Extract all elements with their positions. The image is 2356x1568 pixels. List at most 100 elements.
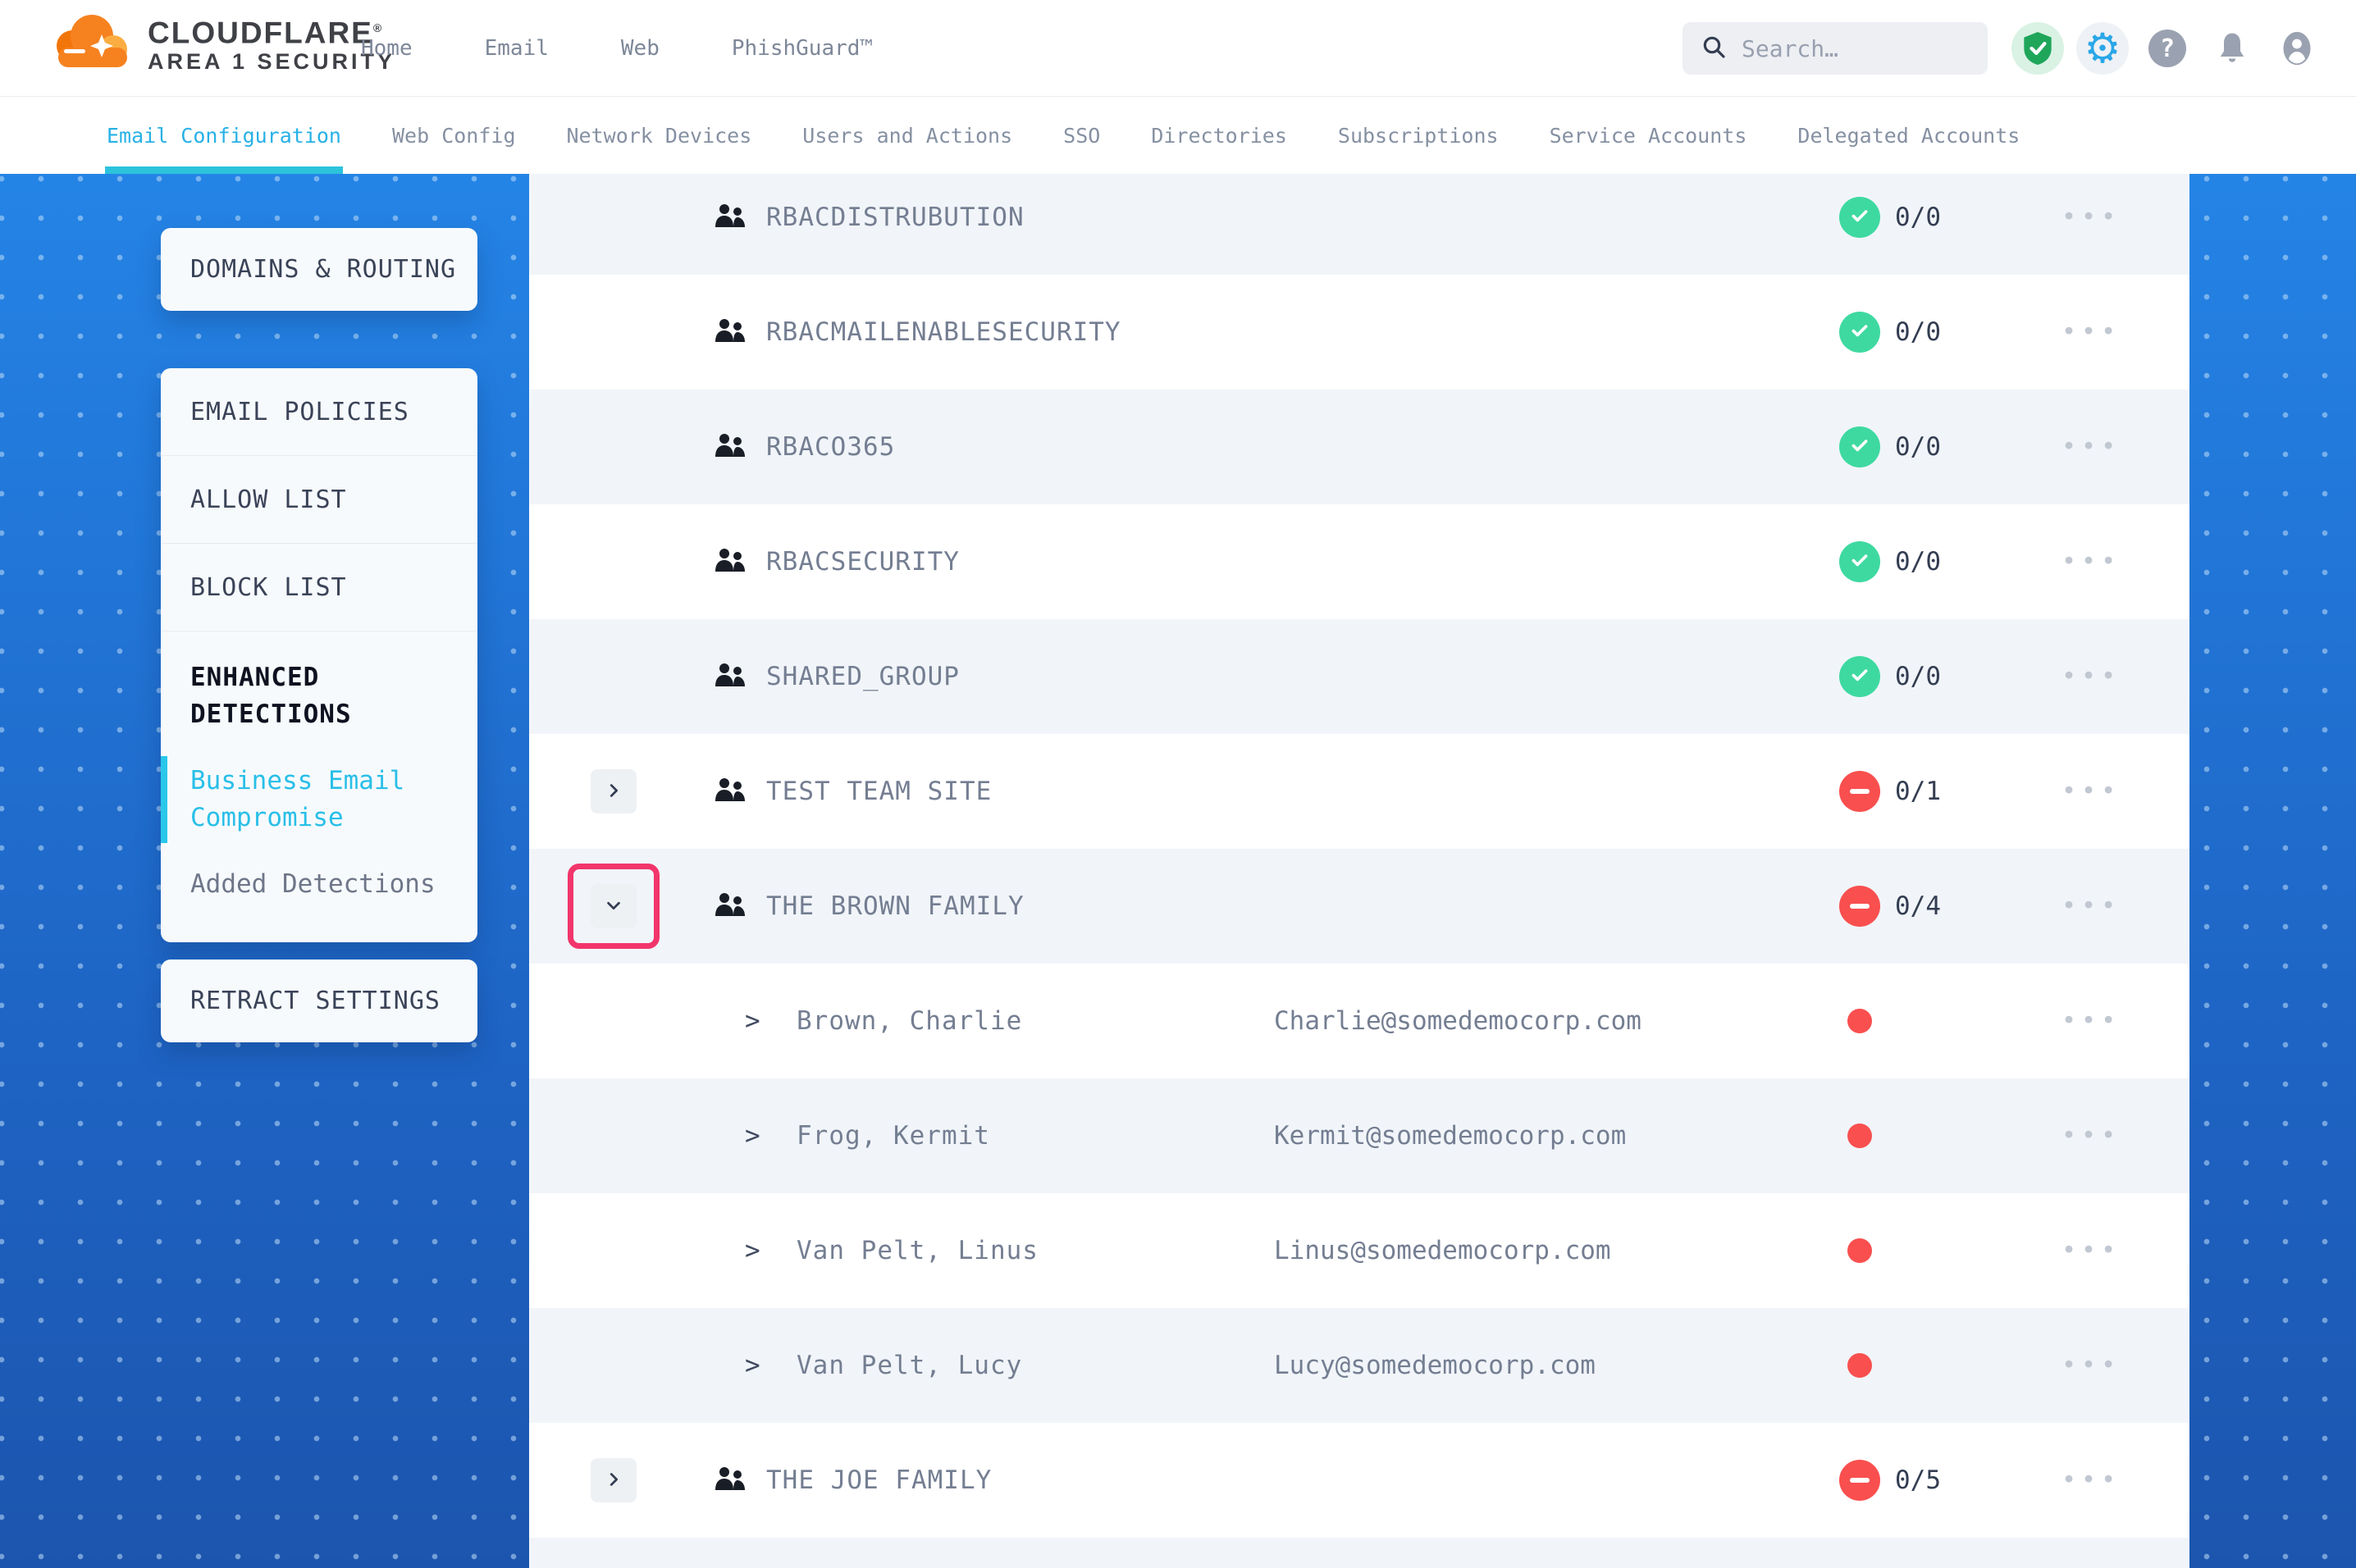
chevron-right-icon[interactable]: >	[745, 1236, 760, 1265]
tab-users-and-actions[interactable]: Users and Actions	[802, 97, 1012, 174]
status-badge-ok	[1839, 541, 1880, 582]
member-count: 0/4	[1895, 891, 1941, 921]
row-menu-ellipsis-icon[interactable]: •••	[2062, 1466, 2121, 1495]
table-row-group: RBACMAILENABLESECURITY 0/0 •••	[529, 275, 2189, 390]
sidebar-policies-card: EMAIL POLICIES ALLOW LIST BLOCK LIST ENH…	[161, 368, 477, 942]
member-count: 0/1	[1895, 777, 1941, 806]
row-menu-ellipsis-icon[interactable]: •••	[2062, 777, 2121, 806]
search-input[interactable]	[1742, 35, 1938, 62]
group-name: RBACMAILENABLESECURITY	[766, 317, 1121, 347]
sidebar-item-business-email-compromise[interactable]: Business Email Compromise	[190, 763, 453, 836]
chevron-right-icon[interactable]: >	[745, 1351, 760, 1380]
tab-subscriptions[interactable]: Subscriptions	[1338, 97, 1499, 174]
nav-item-phishguard[interactable]: PhishGuard™	[732, 36, 873, 61]
member-count: 0/5	[1895, 1465, 1941, 1495]
row-menu-ellipsis-icon[interactable]: •••	[2062, 203, 2121, 232]
status-badge-blocked	[1839, 886, 1880, 927]
expand-group-button[interactable]	[591, 769, 637, 814]
member-email: Kermit@somedemocorp.com	[1274, 1121, 1626, 1151]
group-icon	[714, 432, 747, 460]
row-menu-ellipsis-icon[interactable]: •••	[2062, 548, 2121, 577]
cloudflare-logo[interactable]: CLOUDFLARE® AREA 1 SECURITY	[48, 11, 395, 74]
status-dot	[1847, 1238, 1872, 1263]
shield-check-icon[interactable]	[2011, 22, 2064, 75]
sidebar-item-domains-routing[interactable]: DOMAINS & ROUTING	[161, 228, 477, 311]
search-box[interactable]	[1683, 22, 1988, 75]
member-email: Linus@somedemocorp.com	[1274, 1236, 1611, 1265]
chevron-right-icon[interactable]: >	[745, 1006, 760, 1036]
member-count: 0/0	[1895, 317, 1941, 347]
chevron-right-icon[interactable]: >	[745, 1121, 760, 1151]
member-name: Van Pelt, Linus	[797, 1236, 1039, 1265]
search-icon	[1701, 34, 1727, 63]
sidebar-item-allow-list[interactable]: ALLOW LIST	[161, 456, 477, 544]
group-name: THE JOE FAMILY	[766, 1465, 992, 1495]
gear-icon[interactable]: ⚙	[2076, 22, 2129, 75]
row-menu-ellipsis-icon[interactable]: •••	[2062, 663, 2121, 691]
group-name: THE BROWN FAMILY	[766, 891, 1025, 921]
tab-email-configuration[interactable]: Email Configuration	[107, 97, 341, 174]
sidebar-item-retract-settings[interactable]: RETRACT SETTINGS	[161, 959, 477, 1042]
member-count: 0/0	[1895, 432, 1941, 462]
group-icon	[714, 317, 747, 345]
group-table: RBACDISTRUBUTION0/0•••RBACMAILENABLESECU…	[529, 174, 2189, 1568]
minus-icon	[1850, 904, 1870, 909]
tab-service-accounts[interactable]: Service Accounts	[1550, 97, 1747, 174]
nav-item-home[interactable]: Home	[361, 36, 413, 61]
cloudflare-cloud-icon	[48, 11, 133, 74]
status-badge-ok	[1839, 197, 1880, 238]
member-name: Van Pelt, Lucy	[797, 1351, 1022, 1380]
table-row-group: SHARED_GROUP0/0•••	[529, 619, 2189, 734]
status-badge-ok	[1839, 656, 1880, 697]
tab-web-config[interactable]: Web Config	[392, 97, 516, 174]
status-dot	[1847, 1124, 1872, 1148]
collapse-group-button[interactable]	[591, 884, 637, 928]
sidebar-item-email-policies[interactable]: EMAIL POLICIES	[161, 368, 477, 456]
brand-name: CLOUDFLARE®	[148, 11, 395, 49]
check-icon	[1849, 435, 1870, 459]
status-badge-blocked	[1839, 1460, 1880, 1501]
status-badge-ok	[1839, 426, 1880, 467]
avatar-icon[interactable]	[2271, 22, 2323, 75]
group-icon	[714, 662, 747, 690]
brand-subtitle: AREA 1 SECURITY	[148, 49, 395, 74]
table-row-group: THE BROWN FAMILY 0/4 •••	[529, 849, 2189, 964]
chevron-down-icon	[605, 896, 623, 917]
member-name: Brown, Charlie	[797, 1006, 1022, 1036]
check-icon	[1849, 205, 1870, 230]
status-badge-blocked	[1839, 771, 1880, 812]
group-name: RBACO365	[766, 432, 895, 462]
nav-item-email[interactable]: Email	[485, 36, 549, 61]
group-name: SHARED_GROUP	[766, 662, 960, 691]
member-count: 0/0	[1895, 203, 1941, 232]
area1-security-app: CLOUDFLARE® AREA 1 SECURITY Home Email W…	[0, 0, 2356, 1568]
table-row-member: > Van Pelt, Linus Linus@somedemocorp.com ••…	[529, 1193, 2189, 1308]
row-menu-ellipsis-icon[interactable]: •••	[2062, 318, 2121, 347]
sidebar-item-added-detections[interactable]: Added Detections	[190, 866, 453, 903]
tab-sso[interactable]: SSO	[1063, 97, 1100, 174]
help-icon[interactable]: ?	[2141, 22, 2194, 75]
bell-icon[interactable]	[2206, 22, 2258, 75]
row-menu-ellipsis-icon[interactable]: •••	[2062, 1122, 2121, 1151]
check-icon	[1849, 320, 1870, 344]
sidebar-item-block-list[interactable]: BLOCK LIST	[161, 544, 477, 631]
expand-group-button[interactable]	[591, 1458, 637, 1502]
row-menu-ellipsis-icon[interactable]: •••	[2062, 433, 2121, 462]
table-row-group: RBACSECURITY0/0•••	[529, 504, 2189, 619]
group-name: RBACSECURITY	[766, 547, 960, 577]
nav-item-web[interactable]: Web	[621, 36, 660, 61]
enhanced-detections-title: ENHANCED DETECTIONS	[190, 659, 453, 733]
row-menu-ellipsis-icon[interactable]: •••	[2062, 1237, 2121, 1265]
table-row-member: > Frog, Kermit Kermit@somedemocorp.com •••	[529, 1078, 2189, 1193]
minus-icon	[1850, 789, 1870, 794]
chevron-right-icon	[605, 782, 623, 802]
row-menu-ellipsis-icon[interactable]: •••	[2062, 892, 2121, 921]
tab-network-devices[interactable]: Network Devices	[567, 97, 752, 174]
tab-directories[interactable]: Directories	[1151, 97, 1287, 174]
row-menu-ellipsis-icon[interactable]: •••	[2062, 1351, 2121, 1380]
table-row-member: >Van Pelt, LucyLucy@somedemocorp.com•••	[529, 1308, 2189, 1423]
tab-delegated-accounts[interactable]: Delegated Accounts	[1797, 97, 2020, 174]
table-row-group: TEST TEAM SITE0/1•••	[529, 734, 2189, 849]
member-name: Frog, Kermit	[797, 1121, 990, 1151]
row-menu-ellipsis-icon[interactable]: •••	[2062, 1007, 2121, 1036]
